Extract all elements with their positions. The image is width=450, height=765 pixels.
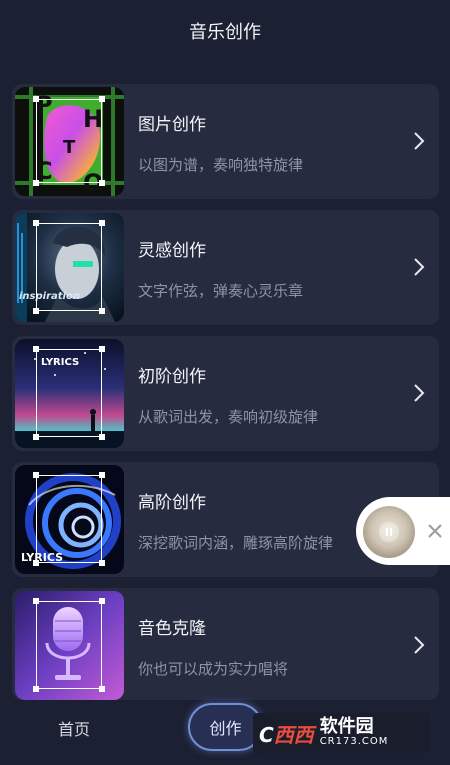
chevron-right-icon[interactable] bbox=[413, 383, 425, 403]
card-title: 初阶创作 bbox=[138, 367, 206, 387]
card-description: 深挖歌词内涵，雕琢高阶旋律 bbox=[138, 534, 334, 552]
card-voice-clone[interactable]: 音色克隆 你也可以成为实力唱将 bbox=[12, 588, 439, 700]
card-description: 文字作弦，弹奏心灵乐章 bbox=[138, 282, 304, 300]
thumb-letter: P bbox=[35, 91, 53, 119]
thumb-caption: LYRICS bbox=[41, 357, 79, 368]
pause-icon[interactable]: II bbox=[379, 522, 399, 542]
watermark-logo: C西西 bbox=[259, 722, 314, 747]
chevron-right-icon[interactable] bbox=[413, 131, 425, 151]
microphone-icon bbox=[15, 591, 124, 700]
card-basic-creation[interactable]: LYRICS 初阶创作 从歌词出发，奏响初级旋律 bbox=[12, 336, 439, 451]
card-title: 音色克隆 bbox=[138, 619, 206, 639]
thumb-letter: T bbox=[63, 137, 76, 158]
spiral-art-icon: LYRICS bbox=[15, 465, 124, 574]
thumb-letter: C bbox=[35, 157, 53, 185]
card-description: 从歌词出发，奏响初级旋律 bbox=[138, 408, 319, 426]
header: 音乐创作 bbox=[0, 0, 450, 62]
thumb-letter: O bbox=[83, 169, 103, 196]
card-title: 图片创作 bbox=[138, 115, 206, 135]
music-disc-icon[interactable]: II bbox=[363, 506, 415, 558]
floating-player[interactable]: II bbox=[356, 497, 450, 565]
card-description: 以图为谱，奏响独特旋律 bbox=[138, 156, 304, 174]
page-title: 音乐创作 bbox=[189, 22, 261, 43]
nav-create[interactable]: 创作 bbox=[188, 703, 263, 751]
photo-art-icon: P H T C O bbox=[15, 87, 124, 196]
lyrics-art-icon: LYRICS bbox=[15, 339, 124, 448]
creation-list: P H T C O 图片创作 以图为谱，奏响独特旋律 inspiration 灵… bbox=[12, 84, 439, 711]
inspiration-art-icon: inspiration bbox=[15, 213, 124, 322]
card-title: 灵感创作 bbox=[138, 241, 206, 261]
nav-create-label: 创作 bbox=[209, 719, 242, 738]
watermark-url: CR173.COM bbox=[319, 736, 389, 748]
thumb-letter: H bbox=[83, 105, 103, 133]
thumb-caption: LYRICS bbox=[21, 551, 63, 564]
watermark-name: 软件园 bbox=[319, 716, 374, 738]
chevron-right-icon[interactable] bbox=[413, 635, 425, 655]
card-picture-creation[interactable]: P H T C O 图片创作 以图为谱，奏响独特旋律 bbox=[12, 84, 439, 199]
chevron-right-icon[interactable] bbox=[413, 257, 425, 277]
card-inspiration-creation[interactable]: inspiration 灵感创作 文字作弦，弹奏心灵乐章 bbox=[12, 210, 439, 325]
watermark: C西西 软件园 CR173.COM bbox=[253, 713, 430, 753]
card-description: 你也可以成为实力唱将 bbox=[138, 660, 289, 678]
close-icon[interactable] bbox=[427, 523, 443, 539]
thumb-caption: inspiration bbox=[19, 291, 80, 302]
card-title: 高阶创作 bbox=[138, 493, 206, 513]
nav-home[interactable]: 首页 bbox=[58, 716, 90, 740]
